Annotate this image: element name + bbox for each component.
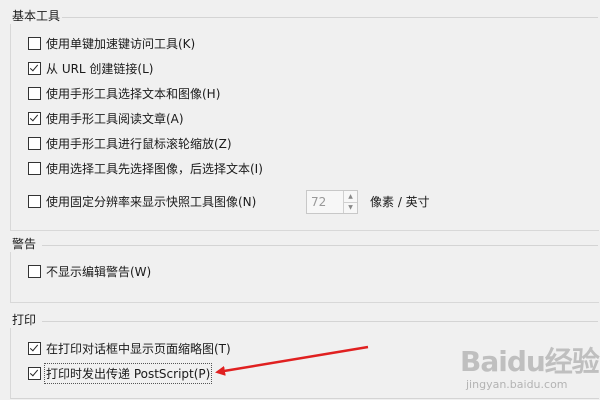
checkbox-label: 使用单键加速键访问工具(K) bbox=[46, 36, 196, 51]
checkbox-box[interactable] bbox=[28, 194, 41, 208]
checkbox-label: 不显示编辑警告(W) bbox=[46, 264, 152, 279]
checkbox-label: 使用手形工具选择文本和图像(H) bbox=[46, 86, 221, 101]
checkbox-box[interactable] bbox=[28, 341, 41, 355]
checkbox-show-page-thumbnails[interactable]: 在打印对话框中显示页面缩略图(T) bbox=[28, 339, 231, 357]
checkbox-create-links-from-url[interactable]: 从 URL 创建链接(L) bbox=[28, 59, 154, 77]
checkbox-label: 在打印对话框中显示页面缩略图(T) bbox=[46, 341, 231, 356]
checkbox-select-image-before-text[interactable]: 使用选择工具先选择图像，后选择文本(I) bbox=[28, 159, 263, 177]
checkbox-box[interactable] bbox=[28, 36, 41, 50]
basic-tools-title: 基本工具 bbox=[12, 9, 61, 23]
checkbox-label: 从 URL 创建链接(L) bbox=[46, 61, 154, 76]
checkbox-hand-tool-wheel-zoom[interactable]: 使用手形工具进行鼠标滚轮缩放(Z) bbox=[28, 134, 232, 152]
stepper-buttons: ▲ ▼ bbox=[343, 191, 357, 213]
resolution-unit-label: 像素 / 英寸 bbox=[370, 195, 430, 209]
checkbox-single-key-accelerators[interactable]: 使用单键加速键访问工具(K) bbox=[28, 34, 195, 52]
checkbox-label: 打印时发出传递 PostScript(P) bbox=[43, 362, 213, 384]
checkbox-box[interactable] bbox=[28, 111, 41, 125]
checkbox-box[interactable] bbox=[28, 161, 41, 175]
checkbox-box[interactable] bbox=[28, 366, 41, 380]
checkbox-label: 使用手形工具进行鼠标滚轮缩放(Z) bbox=[46, 136, 232, 151]
checkbox-box[interactable] bbox=[28, 264, 41, 278]
warning-title: 警告 bbox=[12, 237, 37, 251]
checkbox-fixed-resolution-snapshot[interactable]: 使用固定分辨率来显示快照工具图像(N) bbox=[28, 192, 256, 210]
print-title: 打印 bbox=[12, 313, 37, 327]
resolution-value[interactable]: 72 bbox=[307, 191, 343, 213]
checkbox-postscript-passthrough[interactable]: 打印时发出传递 PostScript(P) bbox=[28, 362, 213, 384]
basic-tools-divider bbox=[62, 17, 598, 18]
checkbox-box[interactable] bbox=[28, 61, 41, 75]
checkbox-label: 使用手形工具阅读文章(A) bbox=[46, 111, 184, 126]
stepper-up-icon[interactable]: ▲ bbox=[344, 191, 357, 203]
checkbox-hide-edit-warnings[interactable]: 不显示编辑警告(W) bbox=[28, 262, 151, 280]
print-divider bbox=[42, 321, 598, 322]
checkbox-box[interactable] bbox=[28, 86, 41, 100]
stepper-down-icon[interactable]: ▼ bbox=[344, 203, 357, 214]
checkbox-label: 使用固定分辨率来显示快照工具图像(N) bbox=[46, 194, 257, 209]
checkbox-box[interactable] bbox=[28, 136, 41, 150]
checkbox-hand-tool-read-articles[interactable]: 使用手形工具阅读文章(A) bbox=[28, 109, 184, 127]
warning-divider bbox=[42, 245, 598, 246]
checkbox-hand-tool-select-text[interactable]: 使用手形工具选择文本和图像(H) bbox=[28, 84, 220, 102]
resolution-stepper[interactable]: 72 ▲ ▼ bbox=[306, 190, 358, 214]
checkbox-label: 使用选择工具先选择图像，后选择文本(I) bbox=[46, 161, 263, 176]
